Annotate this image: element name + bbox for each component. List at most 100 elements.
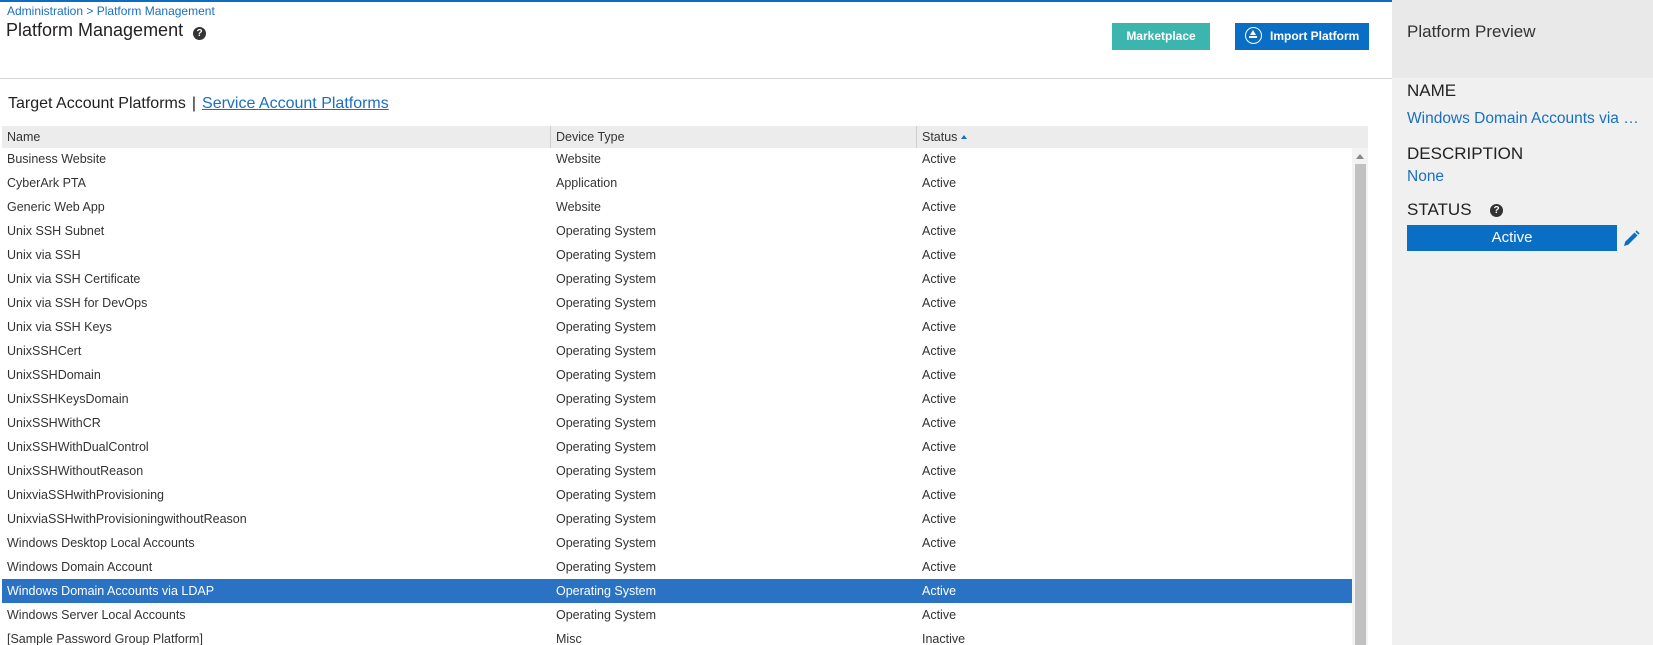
breadcrumb: Administration > Platform Management	[7, 4, 215, 18]
table-row[interactable]: [Sample Password Group Platform] Misc Inac…	[2, 627, 1352, 645]
table-row[interactable]: Unix via SSH Certificate Operating System…	[2, 267, 1352, 291]
preview-description-value: None	[1407, 168, 1445, 185]
status-help-icon[interactable]: ?	[1490, 204, 1503, 217]
cell-status: Active	[922, 200, 957, 214]
table-row[interactable]: Unix via SSH for DevOps Operating System A…	[2, 291, 1352, 315]
table-scrollbar[interactable]	[1352, 148, 1368, 645]
table-row[interactable]: UnixSSHKeysDomain Operating System Active	[2, 387, 1352, 411]
table-row[interactable]: UnixSSHCert Operating System Active	[2, 339, 1352, 363]
cell-device-type: Operating System	[556, 344, 657, 358]
cell-device-type: Operating System	[556, 392, 657, 406]
table-row[interactable]: UnixSSHWithoutReason Operating System Acti…	[2, 459, 1352, 483]
cell-status: Active	[922, 248, 957, 262]
cell-status: Active	[922, 536, 957, 550]
page-title: Platform Management	[6, 20, 184, 40]
cell-status: Active	[922, 344, 957, 358]
scroll-up-arrow-icon[interactable]	[1356, 154, 1364, 159]
table-row[interactable]: Unix via SSH Keys Operating System Active	[2, 315, 1352, 339]
cell-status: Active	[922, 608, 957, 622]
cell-device-type: Operating System	[556, 248, 657, 262]
breadcrumb-current[interactable]: Platform Management	[97, 4, 215, 18]
cell-name: UnixSSHWithoutReason	[7, 464, 144, 478]
cell-name: CyberArk PTA	[7, 176, 86, 190]
preview-description-label: DESCRIPTION	[1407, 144, 1524, 163]
cell-name: Unix via SSH for DevOps	[7, 296, 148, 310]
table-row[interactable]: Windows Domain Accounts via LDAP Operatin…	[2, 579, 1352, 603]
cell-status: Active	[922, 296, 957, 310]
column-header-name[interactable]: Name	[2, 126, 550, 148]
cell-name: UnixviaSSHwithProvisioning	[7, 488, 165, 502]
cell-device-type: Operating System	[556, 536, 657, 550]
column-header-status[interactable]: Status	[917, 126, 1347, 148]
cell-status: Active	[922, 368, 957, 382]
cell-status: Active	[922, 176, 957, 190]
cell-device-type: Website	[556, 200, 601, 214]
cell-name: UnixviaSSHwithProvisioningwithoutReason	[7, 512, 247, 526]
table-row[interactable]: Unix SSH Subnet Operating System Active	[2, 219, 1352, 243]
cell-name: Unix via SSH Keys	[7, 320, 112, 334]
cell-device-type: Operating System	[556, 608, 657, 622]
table-row[interactable]: UnixSSHWithDualControl Operating System Ac…	[2, 435, 1352, 459]
breadcrumb-administration-link[interactable]: Administration	[7, 4, 83, 18]
platforms-table: Name Device Type Status Business Website…	[2, 126, 1368, 645]
top-accent-bar	[0, 0, 1392, 2]
cell-name: Business Website	[7, 152, 107, 166]
cell-name: UnixSSHWithCR	[7, 416, 101, 430]
preview-name-label: NAME	[1407, 81, 1457, 100]
cell-status: Active	[922, 392, 957, 406]
import-platform-label: Import Platform	[1270, 29, 1360, 43]
tab-target-account-platforms[interactable]: Target Account Platforms	[8, 95, 186, 112]
upload-circle-icon	[1245, 27, 1262, 45]
main-panel: Administration > Platform Management Pla…	[0, 0, 1392, 645]
table-row[interactable]: Windows Domain Account Operating System Ac…	[2, 555, 1352, 579]
preview-name-value: Windows Domain Accounts via LDAP	[1407, 110, 1643, 127]
tab-separator: |	[191, 95, 197, 112]
cell-status: Active	[922, 272, 957, 286]
cell-name: [Sample Password Group Platform]	[7, 632, 203, 645]
table-row[interactable]: UnixviaSSHwithProvisioningwithoutReason O…	[2, 507, 1352, 531]
cell-status: Active	[922, 512, 957, 526]
table-row[interactable]: Windows Server Local Accounts Operating S…	[2, 603, 1352, 627]
cell-name: Unix via SSH Certificate	[7, 272, 141, 286]
scrollbar-thumb[interactable]	[1355, 164, 1366, 645]
cell-device-type: Operating System	[556, 272, 657, 286]
table-row[interactable]: Generic Web App Website Active	[2, 195, 1352, 219]
table-row[interactable]: Unix via SSH Operating System Active	[2, 243, 1352, 267]
preview-title: Platform Preview	[1407, 22, 1536, 41]
column-header-status-label: Status	[922, 130, 958, 144]
marketplace-button[interactable]: Marketplace	[1112, 23, 1210, 50]
table-row[interactable]: UnixviaSSHwithProvisioning Operating Syst…	[2, 483, 1352, 507]
cell-device-type: Operating System	[556, 368, 657, 382]
help-icon[interactable]: ?	[193, 27, 206, 40]
pencil-icon[interactable]	[1621, 229, 1641, 249]
tab-service-account-platforms[interactable]: Service Account Platforms	[202, 95, 389, 112]
platform-preview-panel: Platform Preview NAME Windows Domain Acc…	[1392, 0, 1653, 645]
cell-status: Active	[922, 152, 957, 166]
cell-name: UnixSSHDomain	[7, 368, 101, 382]
column-header-device-type[interactable]: Device Type	[551, 126, 916, 148]
platform-tabs: Target Account Platforms | Service Account…	[8, 95, 389, 113]
sort-ascending-icon	[961, 134, 968, 139]
breadcrumb-separator: >	[83, 4, 97, 18]
cell-device-type: Application	[556, 176, 618, 190]
import-platform-button[interactable]: Import Platform	[1235, 23, 1369, 50]
table-row[interactable]: Business Website Website Active	[2, 148, 1352, 171]
cell-status: Active	[922, 440, 957, 454]
cell-name: Windows Desktop Local Accounts	[7, 536, 195, 550]
table-header: Name Device Type Status	[2, 126, 1368, 148]
table-row[interactable]: CyberArk PTA Application Active	[2, 171, 1352, 195]
cell-status: Active	[922, 320, 957, 334]
table-row[interactable]: Windows Desktop Local Accounts Operating …	[2, 531, 1352, 555]
table-row[interactable]: UnixSSHDomain Operating System Active	[2, 363, 1352, 387]
cell-device-type: Operating System	[556, 560, 657, 574]
cell-name: Unix SSH Subnet	[7, 224, 105, 238]
cell-name: Unix via SSH	[7, 248, 81, 262]
header-divider	[0, 78, 1392, 79]
cell-name: Windows Server Local Accounts	[7, 608, 186, 622]
cell-name: UnixSSHWithDualControl	[7, 440, 149, 454]
cell-status: Active	[922, 584, 957, 598]
cell-device-type: Operating System	[556, 440, 657, 454]
table-body: Business Website Website Active CyberArk PT…	[2, 148, 1352, 645]
cell-device-type: Operating System	[556, 488, 657, 502]
table-row[interactable]: UnixSSHWithCR Operating System Active	[2, 411, 1352, 435]
